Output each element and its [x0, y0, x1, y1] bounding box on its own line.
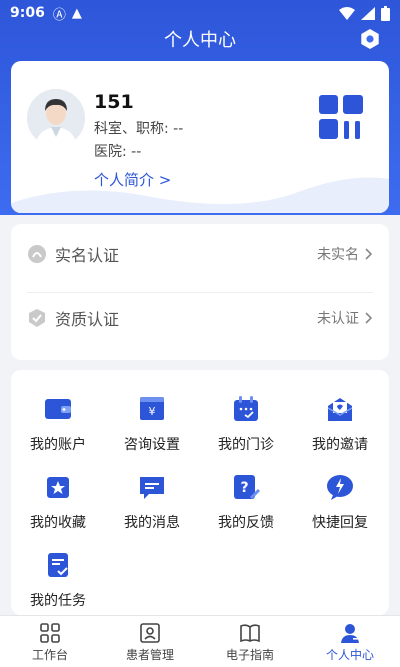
quick-reply-icon	[327, 475, 353, 500]
book-icon	[240, 624, 260, 643]
page-title: 个人中心	[164, 30, 236, 51]
menu-label: 我的任务	[30, 593, 86, 609]
qualification-icon	[29, 309, 45, 327]
qualification-auth-status: 未认证	[317, 311, 359, 327]
menu-label: 我的收藏	[30, 515, 86, 531]
consult-settings-icon: ¥	[140, 397, 164, 420]
tab-label: 个人中心	[325, 648, 374, 662]
calendar-icon	[234, 396, 258, 421]
grid-icon	[40, 623, 60, 643]
menu-item-messages[interactable]: 我的消息	[105, 472, 199, 542]
tab-label: 工作台	[31, 648, 68, 662]
function-menu-card: 我的账户 ¥ 咨询设置 我的门诊 我的邀请 我的收藏 我的消息 ? 我的反馈 快…	[11, 370, 389, 615]
gear-icon	[361, 29, 379, 49]
message-icon	[140, 477, 164, 499]
auth-card: 实名认证 未实名 资质认证 未认证	[11, 224, 389, 360]
card-wave-decoration	[11, 177, 389, 213]
menu-item-tasks[interactable]: 我的任务	[11, 550, 105, 620]
realname-icon	[28, 245, 46, 263]
profile-intro-link[interactable]: 个人简介 >	[94, 169, 171, 190]
person-icon	[341, 624, 359, 643]
menu-label: 我的消息	[124, 515, 180, 531]
wallet-icon	[45, 399, 71, 419]
qualification-auth-label: 资质认证	[55, 310, 120, 329]
profile-card: 151 科室、职称: -- 医院: -- 个人简介 >	[11, 61, 389, 213]
hospital-info: 医院: --	[94, 144, 142, 160]
star-folder-icon	[47, 477, 69, 498]
status-bar: 9:06 Ⓐ ▲	[0, 0, 400, 26]
wifi-icon	[339, 6, 355, 20]
menu-label: 我的门诊	[218, 437, 274, 453]
menu-label: 我的账户	[30, 437, 86, 453]
tab-label: 电子指南	[225, 648, 274, 662]
feedback-icon: ?	[234, 475, 261, 500]
tab-patient-management[interactable]: 患者管理	[100, 616, 200, 667]
svg-text:¥: ¥	[149, 405, 156, 418]
menu-label: 我的反馈	[218, 515, 274, 531]
avatar[interactable]	[27, 89, 85, 147]
chevron-right-icon	[365, 248, 373, 260]
notification-a-icon: Ⓐ	[52, 7, 66, 23]
warning-icon: ▲	[71, 5, 82, 21]
menu-label: 快捷回复	[312, 515, 368, 531]
settings-button[interactable]	[358, 27, 382, 51]
invite-mail-icon	[327, 398, 353, 421]
menu-item-clinic[interactable]: 我的门诊	[199, 394, 293, 464]
cell-signal-icon	[361, 6, 375, 20]
tab-label: 患者管理	[125, 648, 174, 662]
department-title: 科室、职称: --	[94, 121, 184, 137]
bottom-tab-bar: 工作台 患者管理 电子指南 个人中心	[0, 615, 400, 667]
task-icon	[48, 553, 68, 577]
menu-item-quick-reply[interactable]: 快捷回复	[293, 472, 387, 542]
status-time: 9:06	[10, 5, 45, 21]
doctor-name: 151	[94, 91, 134, 113]
tab-e-guide[interactable]: 电子指南	[200, 616, 300, 667]
chevron-right-icon	[365, 312, 373, 324]
qr-code-button[interactable]	[319, 95, 363, 139]
tab-personal-center[interactable]: 个人中心	[300, 616, 400, 667]
tab-workbench[interactable]: 工作台	[0, 616, 100, 667]
qr-grid-icon	[319, 95, 363, 139]
qualification-auth-row[interactable]: 资质认证 未认证	[11, 288, 389, 348]
menu-item-invite[interactable]: 我的邀请	[293, 394, 387, 464]
realname-auth-row[interactable]: 实名认证 未实名	[11, 224, 389, 284]
menu-item-account[interactable]: 我的账户	[11, 394, 105, 464]
realname-auth-status: 未实名	[317, 247, 359, 263]
menu-item-favorites[interactable]: 我的收藏	[11, 472, 105, 542]
battery-icon	[381, 5, 390, 21]
doctor-avatar-icon	[27, 89, 85, 147]
realname-auth-label: 实名认证	[55, 246, 120, 265]
svg-text:?: ?	[240, 480, 248, 496]
menu-item-feedback[interactable]: ? 我的反馈	[199, 472, 293, 542]
menu-label: 我的邀请	[312, 437, 368, 453]
patient-card-icon	[140, 623, 160, 643]
menu-label: 咨询设置	[124, 437, 180, 453]
menu-item-consult-settings[interactable]: ¥ 咨询设置	[105, 394, 199, 464]
